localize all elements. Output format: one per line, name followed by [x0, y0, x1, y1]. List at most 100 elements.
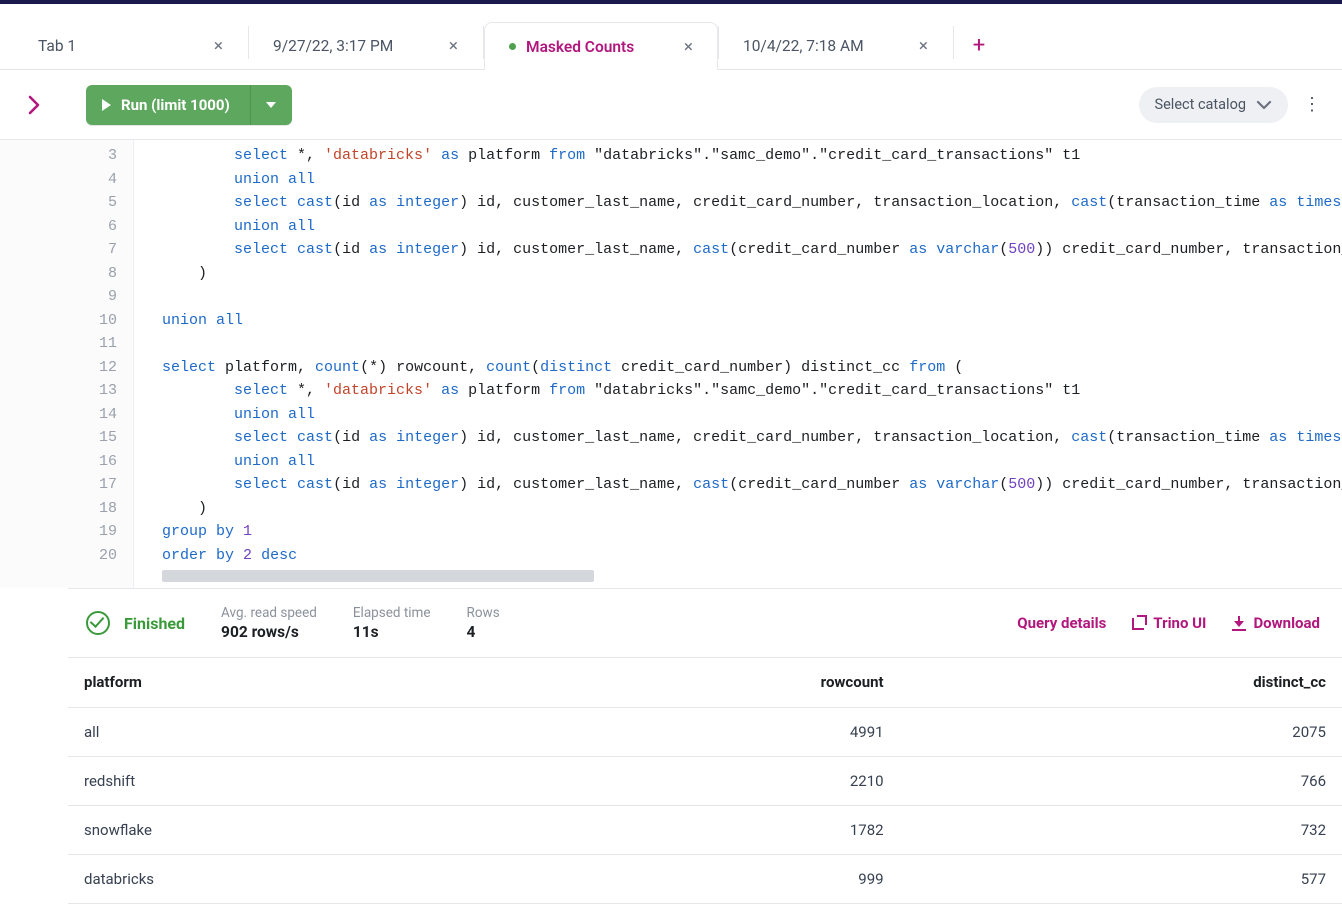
external-link-icon [1132, 616, 1146, 630]
metric-value: 4 [467, 623, 500, 641]
table-cell: all [68, 707, 499, 756]
table-row[interactable]: redshift2210766 [68, 756, 1342, 805]
table-cell: redshift [68, 756, 499, 805]
line-number: 5 [0, 191, 133, 215]
line-number: 15 [0, 426, 133, 450]
code-line[interactable]: select cast(id as integer) id, customer_… [134, 473, 1342, 497]
editor-tabs: Tab 1×9/27/22, 3:17 PM×Masked Counts×10/… [0, 4, 1342, 70]
close-tab-icon[interactable]: × [445, 36, 462, 56]
table-cell: 1782 [499, 805, 900, 854]
line-number: 6 [0, 215, 133, 239]
code-line[interactable]: select *, 'databricks' as platform from … [134, 379, 1342, 403]
tab-label: 9/27/22, 3:17 PM [273, 37, 445, 55]
code-line[interactable]: union all [134, 309, 1342, 333]
status-label: Finished [124, 614, 185, 633]
line-number: 11 [0, 332, 133, 356]
table-row[interactable]: snowflake1782732 [68, 805, 1342, 854]
table-cell: snowflake [68, 805, 499, 854]
code-line[interactable]: union all [134, 215, 1342, 239]
tab-label: Masked Counts [526, 38, 680, 56]
run-options-button[interactable] [250, 85, 292, 125]
code-line[interactable]: order by 2 desc [134, 544, 1342, 568]
kebab-icon: ⋮ [1303, 94, 1321, 115]
sql-editor[interactable]: 34567891011121314151617181920 select *, … [0, 140, 1342, 588]
metric-label: Avg. read speed [221, 605, 317, 621]
chevron-right-icon [27, 95, 41, 115]
table-cell: 766 [900, 756, 1342, 805]
code-line[interactable]: select cast(id as integer) id, customer_… [134, 191, 1342, 215]
caret-down-icon [266, 102, 276, 108]
code-line[interactable]: group by 1 [134, 520, 1342, 544]
download-icon [1232, 616, 1246, 630]
column-header[interactable]: rowcount [499, 658, 900, 707]
line-number: 17 [0, 473, 133, 497]
close-tab-icon[interactable]: × [680, 37, 697, 57]
metric-label: Elapsed time [353, 605, 431, 621]
code-line[interactable] [134, 285, 1342, 309]
tab-label: Tab 1 [38, 37, 210, 55]
table-row[interactable]: all49912075 [68, 707, 1342, 756]
code-line[interactable]: ) [134, 262, 1342, 286]
query-status-bar: Finished Avg. read speed902 rows/s Elapse… [68, 588, 1342, 658]
code-line[interactable]: ) [134, 497, 1342, 521]
line-number: 12 [0, 356, 133, 380]
line-number: 9 [0, 285, 133, 309]
editor-tab[interactable]: Tab 1× [14, 22, 248, 69]
line-number: 19 [0, 520, 133, 544]
line-number: 8 [0, 262, 133, 286]
table-cell: 999 [499, 854, 900, 903]
link-label: Trino UI [1153, 614, 1206, 632]
line-number: 14 [0, 403, 133, 427]
success-check-icon [86, 611, 110, 635]
close-tab-icon[interactable]: × [210, 36, 227, 56]
code-line[interactable]: union all [134, 450, 1342, 474]
status-metric: Avg. read speed902 rows/s [221, 605, 317, 641]
results-table: platformrowcountdistinct_cc all49912075r… [68, 658, 1342, 904]
new-tab-button[interactable]: + [954, 22, 1004, 69]
line-number: 4 [0, 168, 133, 192]
select-catalog-dropdown[interactable]: Select catalog [1139, 87, 1289, 123]
editor-tab[interactable]: Masked Counts× [484, 22, 718, 70]
horizontal-scrollbar[interactable] [162, 570, 594, 582]
trino-ui-link[interactable]: Trino UI [1132, 614, 1206, 632]
column-header[interactable]: platform [68, 658, 499, 707]
play-icon [102, 99, 111, 111]
status-metric: Rows 4 [467, 605, 500, 641]
run-button[interactable]: Run (limit 1000) [86, 85, 250, 125]
table-cell: 4991 [499, 707, 900, 756]
line-number: 18 [0, 497, 133, 521]
table-row[interactable]: databricks999577 [68, 854, 1342, 903]
column-header[interactable]: distinct_cc [900, 658, 1342, 707]
code-line[interactable]: union all [134, 403, 1342, 427]
code-line[interactable] [134, 332, 1342, 356]
line-number: 13 [0, 379, 133, 403]
table-cell: databricks [68, 854, 499, 903]
code-line[interactable]: select cast(id as integer) id, customer_… [134, 238, 1342, 262]
line-number: 20 [0, 544, 133, 568]
line-number: 3 [0, 144, 133, 168]
query-details-link[interactable]: Query details [1017, 614, 1106, 632]
line-number: 7 [0, 238, 133, 262]
metric-label: Rows [467, 605, 500, 621]
results-panel: platformrowcountdistinct_cc all49912075r… [68, 658, 1342, 904]
download-link[interactable]: Download [1232, 614, 1320, 632]
run-button-group: Run (limit 1000) [86, 85, 292, 125]
code-line[interactable]: select cast(id as integer) id, customer_… [134, 426, 1342, 450]
close-tab-icon[interactable]: × [915, 36, 932, 56]
more-menu-button[interactable]: ⋮ [1292, 94, 1332, 115]
editor-tab[interactable]: 9/27/22, 3:17 PM× [249, 22, 483, 69]
line-number: 10 [0, 309, 133, 333]
catalog-label: Select catalog [1155, 96, 1247, 113]
chevron-down-icon [1256, 99, 1272, 111]
code-line[interactable]: select platform, count(*) rowcount, coun… [134, 356, 1342, 380]
code-area[interactable]: select *, 'databricks' as platform from … [134, 140, 1342, 588]
table-cell: 577 [900, 854, 1342, 903]
editor-tab[interactable]: 10/4/22, 7:18 AM× [719, 22, 953, 69]
unsaved-dot-icon [509, 43, 516, 50]
code-line[interactable]: union all [134, 168, 1342, 192]
tab-label: 10/4/22, 7:18 AM [743, 37, 915, 55]
code-line[interactable]: select *, 'databricks' as platform from … [134, 144, 1342, 168]
line-number-gutter: 34567891011121314151617181920 [0, 140, 134, 588]
sidebar-expand-button[interactable] [0, 70, 68, 139]
table-cell: 732 [900, 805, 1342, 854]
